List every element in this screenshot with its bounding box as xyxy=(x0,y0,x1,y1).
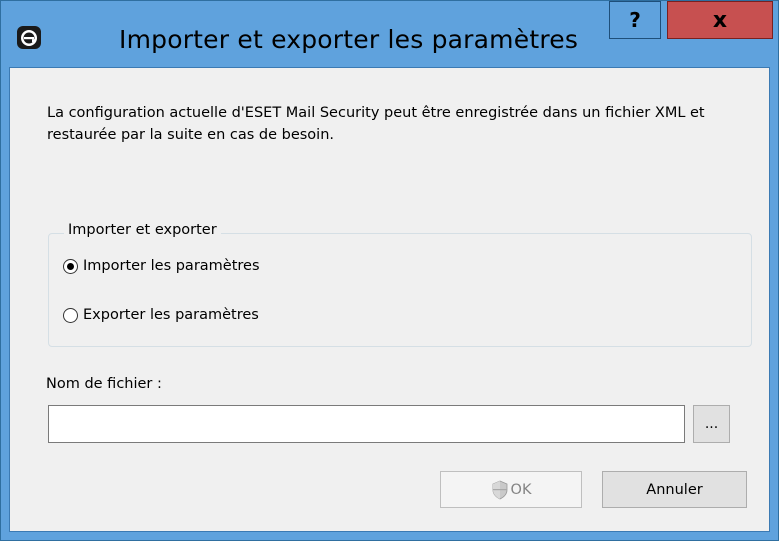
dialog-content: La configuration actuelle d'ESET Mail Se… xyxy=(9,67,770,532)
close-icon: x xyxy=(712,7,728,33)
cancel-button[interactable]: Annuler xyxy=(602,471,747,508)
help-button[interactable]: ? xyxy=(609,1,661,39)
export-radio-option[interactable]: Exporter les paramètres xyxy=(63,307,259,323)
ok-label: OK xyxy=(510,481,532,498)
help-icon: ? xyxy=(629,8,641,32)
filename-label: Nom de fichier : xyxy=(46,376,162,392)
export-radio[interactable] xyxy=(63,307,78,323)
eset-logo-icon xyxy=(17,26,41,49)
import-radio-option[interactable]: Importer les paramètres xyxy=(63,258,260,274)
filename-input[interactable] xyxy=(48,405,685,443)
export-label[interactable]: Exporter les paramètres xyxy=(83,307,259,323)
browse-button[interactable]: ... xyxy=(693,405,730,443)
title-bar[interactable]: Importer et exporter les paramètres ? x xyxy=(1,1,778,67)
description-text: La configuration actuelle d'ESET Mail Se… xyxy=(47,105,705,143)
import-export-group: Importer et exporter Importer les paramè… xyxy=(48,222,752,347)
close-button[interactable]: x xyxy=(667,1,773,39)
ok-button[interactable]: OK xyxy=(440,471,582,508)
group-legend: Importer et exporter xyxy=(64,222,221,238)
uac-shield-icon xyxy=(492,480,507,499)
import-radio[interactable] xyxy=(63,258,78,274)
dialog-title: Importer et exporter les paramètres xyxy=(119,25,579,54)
import-label[interactable]: Importer les paramètres xyxy=(83,258,260,274)
dialog-window: Importer et exporter les paramètres ? x … xyxy=(0,0,779,541)
